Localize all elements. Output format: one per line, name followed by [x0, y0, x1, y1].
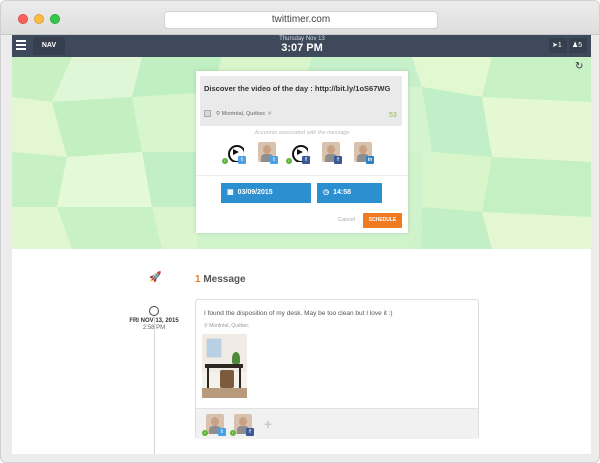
post-time: 2:58 PM — [142, 325, 166, 331]
twitter-icon: t — [218, 428, 226, 436]
linkedin-icon: in — [366, 156, 374, 164]
time-picker-button[interactable]: ◷ 14:58 — [317, 183, 382, 203]
message-count-heading: 1 Message — [195, 274, 246, 285]
zoom-window-button[interactable] — [50, 14, 60, 24]
cancel-button[interactable]: Cancel — [338, 217, 355, 223]
facebook-icon: f — [246, 428, 254, 436]
schedule-composer: Discover the video of the day : http://b… — [196, 71, 408, 233]
tweet-textarea[interactable]: Discover the video of the day : http://b… — [200, 76, 402, 126]
map-pin-icon: ⚲ — [216, 110, 221, 117]
message-count: 1 — [195, 274, 201, 285]
message-account-2[interactable]: f ✓ — [230, 414, 254, 436]
rocket-icon: 🚀 — [149, 272, 162, 283]
calendar-icon: ▦ — [227, 189, 234, 196]
message-feed: 🚀 1 Message FRI NOV 13, 2015 2:58 PM I f… — [12, 249, 591, 454]
add-account-icon[interactable]: + — [264, 416, 272, 432]
facebook-icon: f — [334, 156, 342, 164]
map-pin-icon: ⚲ — [204, 323, 208, 329]
hamburger-menu-icon[interactable] — [16, 40, 26, 51]
check-icon: ✓ — [222, 158, 228, 164]
message-location: ⚲ Montréal, Québec — [204, 323, 249, 329]
message-label: Message — [203, 274, 246, 285]
remove-location-icon[interactable]: ✕ — [267, 111, 272, 117]
date-value: 03/09/2015 — [237, 189, 273, 196]
message-card[interactable]: I found the disposition of my desk. May … — [195, 299, 479, 439]
nav-button[interactable]: NAV — [33, 37, 65, 55]
twitter-icon: t — [270, 156, 278, 164]
browser-window: twittimer.com NAV Thursday Nov 13 3:07 P… — [0, 0, 600, 463]
send-badge[interactable]: ➤1 — [549, 38, 567, 53]
close-window-button[interactable] — [18, 14, 28, 24]
users-badge[interactable]: ♟5 — [569, 38, 587, 53]
divider — [196, 175, 408, 176]
clock-icon — [149, 306, 159, 316]
account-5[interactable]: in — [354, 142, 374, 164]
browser-titlebar: twittimer.com — [1, 1, 599, 35]
image-attach-icon[interactable] — [204, 110, 211, 117]
message-photo[interactable] — [202, 334, 247, 398]
users-count: 5 — [578, 42, 583, 49]
date-picker-button[interactable]: ▦ 03/09/2015 — [221, 183, 311, 203]
schedule-button[interactable]: SCHEDULE — [363, 213, 402, 228]
twitter-icon: t — [238, 156, 246, 164]
location-row: ⚲ Montréal, Québec ✕ — [204, 110, 272, 117]
message-account-1[interactable]: t ✓ — [202, 414, 226, 436]
app-navbar: NAV Thursday Nov 13 3:07 PM ➤1 ♟5 — [12, 35, 591, 57]
address-bar[interactable]: twittimer.com — [164, 11, 438, 29]
message-accounts: t ✓ f ✓ + — [196, 408, 478, 439]
message-location-text: Montréal, Québec — [209, 323, 249, 329]
check-icon: ✓ — [202, 430, 208, 436]
account-selector: t ✓ t f ✓ f in — [222, 142, 382, 166]
message-text: I found the disposition of my desk. May … — [204, 310, 393, 317]
account-1[interactable]: t ✓ — [222, 142, 246, 164]
account-2[interactable]: t — [258, 142, 278, 164]
check-icon: ✓ — [230, 430, 236, 436]
minimize-window-button[interactable] — [34, 14, 44, 24]
clock-icon: ◷ — [323, 189, 330, 196]
nav-time: 3:07 PM — [281, 42, 323, 54]
facebook-icon: f — [302, 156, 310, 164]
account-3[interactable]: f ✓ — [286, 142, 310, 164]
char-count: 53 — [389, 112, 397, 119]
check-icon: ✓ — [286, 158, 292, 164]
time-value: 14:58 — [333, 189, 352, 196]
post-date: FRI NOV 13, 2015 — [129, 318, 179, 324]
location-text: Montréal, Québec — [221, 110, 266, 117]
tweet-text: Discover the video of the day : http://b… — [204, 84, 391, 93]
accounts-label: Accounts associated with the message — [254, 130, 350, 136]
refresh-icon[interactable]: ↻ — [575, 61, 583, 72]
send-count: 1 — [557, 42, 562, 49]
account-4[interactable]: f — [322, 142, 342, 164]
